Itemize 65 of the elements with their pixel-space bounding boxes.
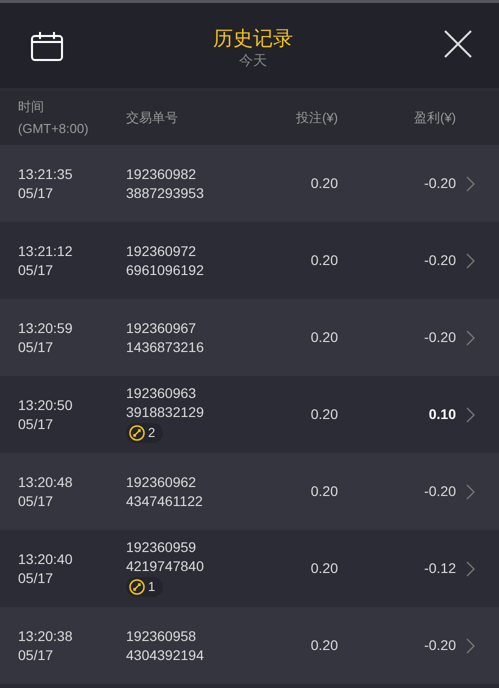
time-text: 13:20:38	[18, 626, 74, 646]
chevron-right-icon	[466, 560, 475, 576]
order-number: 192360963	[126, 384, 198, 402]
date-text: 05/17	[18, 260, 54, 280]
chevron-right-icon	[466, 406, 475, 422]
history-row[interactable]: 13:20:59 05/17 192360967 1436873216 0.20 -0.20	[0, 299, 499, 376]
column-header: 盈利(¥)	[413, 109, 456, 127]
close-icon[interactable]	[443, 28, 473, 58]
order-number: 192360982	[126, 164, 198, 184]
order-number: 192360967	[126, 318, 198, 338]
bet-amount: 0.20	[310, 174, 338, 193]
column-header: 投注(¥)	[295, 109, 338, 127]
chevron-right-icon	[466, 484, 475, 500]
time-text: 13:20:48	[18, 472, 74, 492]
order-number: 6961096192	[126, 260, 205, 280]
time-text: 13:21:12	[18, 242, 74, 260]
bet-amount: 0.20	[310, 405, 338, 424]
profit-amount: -0.20	[423, 251, 456, 270]
date-text: 05/17	[18, 646, 54, 664]
date-text: 05/17	[18, 414, 54, 434]
order-number: 4304392194	[126, 646, 205, 664]
calendar-icon[interactable]	[31, 30, 63, 60]
time-text: 13:20:59	[18, 318, 74, 338]
order-number: 192360972	[126, 242, 198, 260]
order-number: 4347461122	[126, 492, 204, 510]
time-text: 13:20:50	[18, 396, 74, 414]
column-header: 时间 (GMT+8:00)	[17, 98, 90, 138]
bet-amount: 0.20	[310, 482, 338, 501]
profit-amount: -0.20	[423, 328, 456, 347]
history-row[interactable]: 13:20:38 05/17 192360958 4304392194 0.20 -0.20	[0, 607, 499, 684]
order-number: 4219747840	[126, 556, 205, 576]
chevron-right-icon	[466, 638, 475, 654]
order-number: 1436873216	[126, 338, 205, 356]
history-row[interactable]: 13:20:48 05/17 192360962 4347461122 0.20 -0.20	[0, 453, 499, 530]
spin-icon	[129, 424, 145, 440]
order-number: 3918832129	[126, 402, 205, 422]
column-header: 交易单号	[126, 109, 179, 127]
date-text: 05/17	[18, 492, 54, 510]
time-text: 13:21:35	[18, 164, 74, 184]
bet-amount: 0.20	[310, 636, 338, 655]
profit-amount: -0.20	[423, 174, 456, 193]
date-text: 05/17	[18, 568, 54, 588]
badge-count: 1	[148, 578, 156, 594]
chevron-right-icon	[466, 252, 475, 268]
bet-amount: 0.20	[310, 328, 338, 347]
profit-amount: 0.10	[428, 405, 456, 424]
order-number: 192360962	[126, 472, 198, 492]
badge-count: 2	[148, 424, 156, 440]
history-row[interactable]: 13:21:35 05/17 192360982 3887293953 0.20 -0.20	[0, 145, 499, 222]
chevron-right-icon	[466, 176, 475, 192]
order-number: 192360958	[126, 626, 198, 646]
bet-amount: 0.20	[310, 251, 338, 270]
date-text: 05/17	[18, 184, 54, 202]
time-text: 13:20:40	[18, 550, 74, 568]
chevron-right-icon	[466, 330, 475, 346]
bet-amount: 0.20	[310, 559, 338, 578]
date-text: 05/17	[18, 338, 54, 356]
profit-amount: -0.20	[423, 482, 456, 501]
date-filter-label: 今天	[239, 50, 267, 68]
profit-amount: -0.12	[423, 559, 456, 578]
order-number: 3887293953	[126, 184, 205, 202]
spin-icon	[129, 578, 145, 594]
profit-amount: -0.20	[423, 636, 456, 655]
page-title: 历史记录	[213, 26, 293, 50]
order-number: 192360959	[126, 538, 198, 556]
